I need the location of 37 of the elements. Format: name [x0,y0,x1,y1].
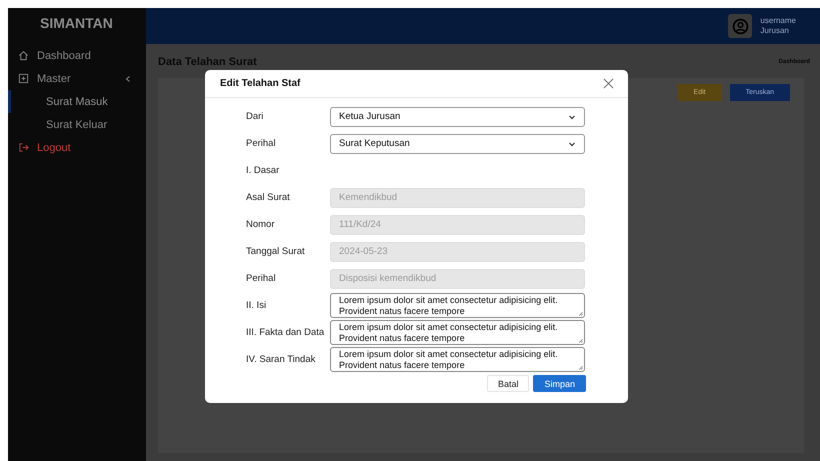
field-label: Perihal [246,273,277,284]
user-avatar-icon [728,14,752,38]
field-label: IV. Saran Tindak [246,354,316,365]
brand-title: SIMANTAN [39,14,114,33]
select-field[interactable]: Surat Keputusan [330,134,585,154]
chevron-icon [124,74,132,82]
user-role: Jurusan [760,26,790,36]
field-label: Nomor [246,219,276,230]
sidebar-item[interactable]: Surat Keluar [8,113,146,136]
field-label: II. Isi [246,300,268,311]
field-label: I. Dasar [246,165,280,176]
select-field[interactable]: Ketua Jurusan [330,106,585,126]
resize-handle-icon[interactable] [578,311,583,316]
field-label: III. Fakta dan Data [246,327,326,338]
field-label: Perihal [246,138,277,149]
chevron-down-icon [568,112,576,120]
text-area[interactable]: Lorem ipsum dolor sit amet consectetur adipisicing elit. Provident natus facere tempore [330,293,585,318]
resize-handle-icon[interactable] [578,338,583,343]
sidebar-item[interactable]: Master [8,67,146,90]
sidebar-item[interactable]: Surat Masuk [8,90,146,113]
dialog-button[interactable]: Batal [486,375,530,392]
text-area[interactable]: Lorem ipsum dolor sit amet consectetur adipisicing elit. Provident natus facere tempore [330,347,585,372]
field-label: Dari [246,111,264,122]
field-label: Tanggal Surat [246,246,306,257]
text-area[interactable]: Lorem ipsum dolor sit amet consectetur adipisicing elit. Provident natus facere tempore [330,320,585,345]
chevron-down-icon [568,140,576,148]
user-name: username [760,16,796,26]
sidebar-item[interactable]: Logout [8,136,146,159]
dialog-button[interactable]: Simpan [533,375,586,392]
sidebar-item[interactable]: Dashboard [8,44,146,67]
dialog-title: Edit Telahan Staf [220,78,300,89]
logout-icon [18,142,29,153]
square-plus-icon [18,73,29,84]
home-icon [18,50,29,61]
close-icon[interactable] [603,78,614,89]
resize-handle-icon[interactable] [578,365,583,370]
field-label: Asal Surat [246,192,291,203]
